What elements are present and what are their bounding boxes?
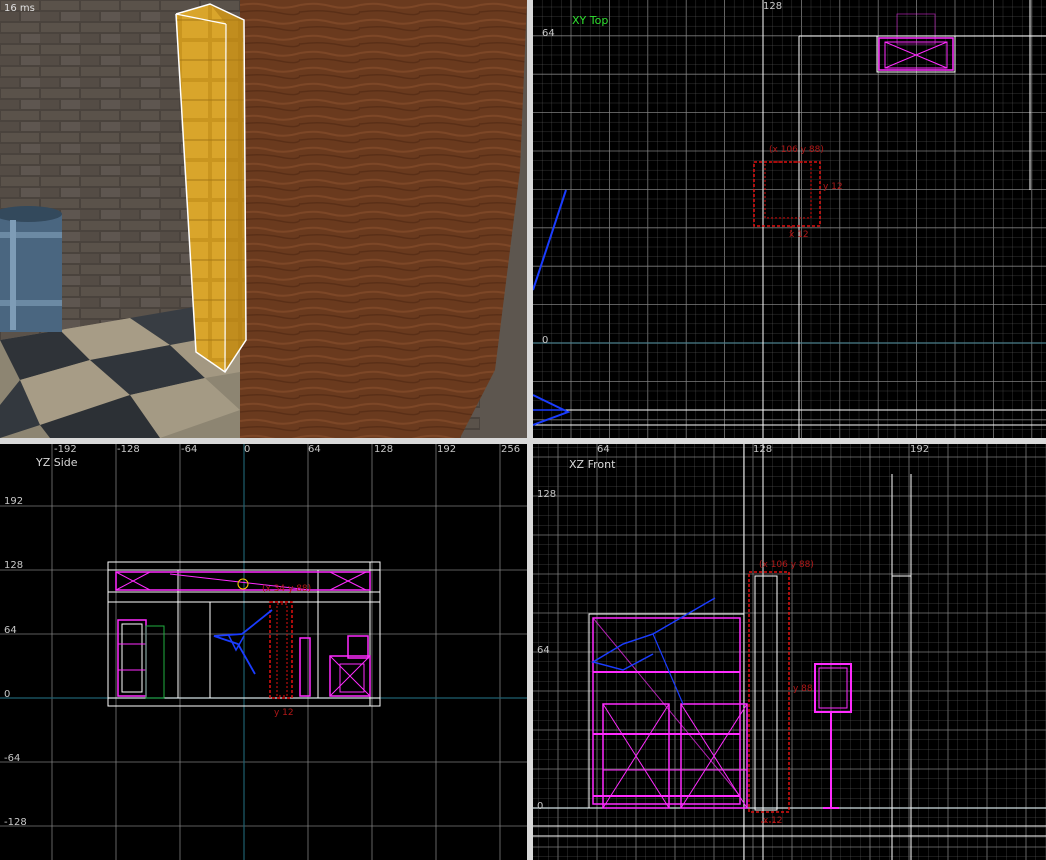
xz-magenta-sign[interactable] bbox=[814, 663, 852, 809]
ruler-y-label: 64 bbox=[537, 645, 550, 656]
frame-time: 16 ms bbox=[4, 3, 35, 14]
selection-size-label: y 12 bbox=[823, 182, 843, 192]
ruler-x-label: -64 bbox=[181, 444, 198, 455]
yz-magenta-crates[interactable] bbox=[299, 635, 371, 697]
ruler-x-label: 192 bbox=[910, 444, 930, 455]
xy-magenta-entity[interactable] bbox=[876, 13, 956, 73]
ruler-x-label: 256 bbox=[501, 444, 521, 455]
xy-selection[interactable] bbox=[753, 161, 821, 236]
ruler-y-label: 0 bbox=[4, 689, 11, 700]
yz-side-brushes bbox=[107, 561, 381, 707]
ruler-y-label: -128 bbox=[4, 817, 27, 828]
ruler-x-label: 128 bbox=[753, 444, 773, 455]
ruler-y-label: 64 bbox=[542, 28, 555, 39]
ruler-y-label: 0 bbox=[542, 335, 549, 346]
selection-size-label: (x 106 y 88) bbox=[759, 560, 814, 570]
xy-top-viewport[interactable]: XY Top 128 64 0 (x 106 y 88) y 12 x 12 bbox=[533, 0, 1046, 438]
ruler-y-label: 128 bbox=[537, 489, 557, 500]
selection-size-label: y 88 bbox=[793, 684, 813, 694]
yz-selection[interactable] bbox=[269, 601, 293, 699]
ruler-x-label: 64 bbox=[308, 444, 321, 455]
camera-render bbox=[0, 0, 527, 438]
xz-magenta-shelving[interactable] bbox=[588, 613, 748, 809]
yz-blue-entity[interactable] bbox=[213, 609, 273, 675]
xz-front-viewport[interactable]: XZ Front 64 128 192 128 64 0 (x 106 y 88… bbox=[533, 444, 1046, 860]
viewport-title: YZ Side bbox=[36, 456, 78, 469]
ruler-x-label: 64 bbox=[597, 444, 610, 455]
ruler-x-label: 0 bbox=[244, 444, 251, 455]
ruler-x-label: 128 bbox=[374, 444, 394, 455]
selection-size-label: (x 34 y 88) bbox=[262, 584, 312, 594]
selection-size-label: x 12 bbox=[789, 230, 809, 240]
ruler-y-label: 192 bbox=[4, 496, 24, 507]
ruler-y-label: 64 bbox=[4, 625, 17, 636]
yz-magenta-shelf[interactable] bbox=[117, 619, 165, 699]
viewport-title: XZ Front bbox=[569, 458, 616, 471]
viewport-title: XY Top bbox=[572, 14, 609, 27]
ruler-y-label: 128 bbox=[4, 560, 24, 571]
yz-magenta-truss[interactable] bbox=[115, 571, 371, 591]
selection-size-label: y 12 bbox=[274, 708, 294, 718]
ruler-y-label: -64 bbox=[4, 753, 21, 764]
ruler-x-label: -192 bbox=[54, 444, 77, 455]
vertical-splitter[interactable] bbox=[527, 0, 533, 860]
xz-selection[interactable] bbox=[748, 571, 790, 823]
xy-top-brushes bbox=[533, 0, 1046, 438]
xz-front-brushes bbox=[533, 444, 1046, 860]
yz-side-viewport[interactable]: YZ Side -192 -128 -64 0 64 128 192 256 1… bbox=[0, 444, 527, 860]
barrel bbox=[0, 206, 62, 332]
ruler-x-label: -128 bbox=[117, 444, 140, 455]
ruler-x-label: 192 bbox=[437, 444, 457, 455]
camera-viewport[interactable]: 16 ms bbox=[0, 0, 527, 438]
selection-size-label: x 12 bbox=[763, 816, 783, 826]
ruler-x-label: 128 bbox=[763, 1, 783, 12]
selection-size-label: (x 106 y 88) bbox=[769, 145, 824, 155]
ruler-y-label: 0 bbox=[537, 801, 544, 812]
horizontal-splitter[interactable] bbox=[0, 438, 1046, 444]
